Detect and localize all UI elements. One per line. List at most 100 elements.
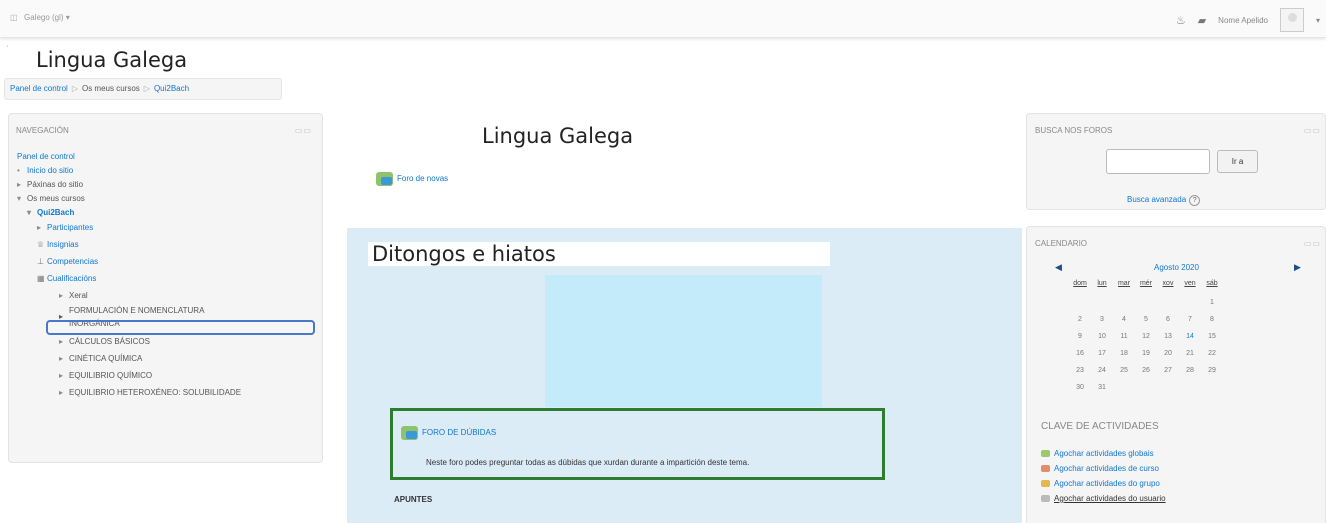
help-icon[interactable]: ? <box>1189 195 1201 206</box>
advanced-search-link[interactable]: Busca avanzada? <box>1127 195 1201 206</box>
news-forum-label: Foro de novas <box>397 174 449 184</box>
nav-item-site-pages[interactable]: ▸ Páxinas do sitio <box>17 180 83 189</box>
cursor-mark: ˈ <box>6 44 9 54</box>
calendar-day[interactable]: 25 <box>1115 367 1133 374</box>
calendar-day[interactable]: 7 <box>1181 316 1199 323</box>
breadcrumb-separator: ▷ <box>143 84 150 93</box>
calendar-day[interactable]: 20 <box>1159 350 1177 357</box>
calendar-day[interactable]: 8 <box>1203 316 1221 323</box>
chevron-right-icon: ▸ <box>59 354 64 363</box>
calendar-day[interactable]: 22 <box>1203 350 1221 357</box>
language-menu[interactable]: ◫ Galego (gl) ▾ <box>10 13 70 22</box>
search-input[interactable] <box>1106 149 1210 174</box>
nav-item-kinetics[interactable]: ▸ CINÉTICA QUÍMICA <box>59 354 142 363</box>
calendar-day[interactable]: 27 <box>1159 367 1177 374</box>
calendar-day[interactable]: 28 <box>1181 367 1199 374</box>
nav-item-badges[interactable]: ♕ Insignias <box>37 240 79 249</box>
doubts-forum-link[interactable]: FORO DE DÚBIDAS <box>401 426 496 440</box>
calendar-day[interactable]: 26 <box>1137 367 1155 374</box>
calendar-day[interactable]: 9 <box>1071 333 1089 340</box>
breadcrumb-my-courses[interactable]: Os meus cursos <box>82 84 140 93</box>
nav-item-label: EQUILIBRIO QUÍMICO <box>69 371 153 380</box>
competency-icon: ⊥ <box>37 257 44 266</box>
nav-item-formulation[interactable]: FORMULACIÓN E NOMENCLATURA <box>69 306 204 315</box>
block-controls-icon[interactable]: ▭▭ <box>295 126 312 135</box>
calendar-day[interactable]: 15 <box>1203 333 1221 340</box>
chevron-down-icon[interactable]: ▾ <box>1316 16 1320 25</box>
nav-item-site-home[interactable]: • Inicio do sitio <box>17 166 73 175</box>
weekday-label: mér <box>1139 280 1153 287</box>
activity-key-label: Agochar actividades de curso <box>1054 464 1159 473</box>
news-forum-link[interactable]: Foro de novas <box>376 172 448 186</box>
weekday-label: mar <box>1117 280 1131 287</box>
calendar-day[interactable]: 17 <box>1093 350 1111 357</box>
nav-item-grades[interactable]: ▦ Cualificacións <box>37 274 96 283</box>
chevron-right-icon: ▸ <box>37 223 42 232</box>
calendar-day[interactable]: 12 <box>1137 333 1155 340</box>
avatar[interactable] <box>1279 8 1304 32</box>
calendar-day[interactable]: 2 <box>1071 316 1089 323</box>
language-icon: ◫ <box>10 13 18 22</box>
user-name[interactable]: Nome Apelido <box>1218 16 1268 25</box>
calendar-day[interactable]: 31 <box>1093 384 1111 391</box>
nav-item-course[interactable]: ▾ Qui2Bach <box>27 208 74 217</box>
calendar-day[interactable]: 29 <box>1203 367 1221 374</box>
nav-item-dashboard[interactable]: Panel de control <box>17 152 75 161</box>
nav-item-my-courses[interactable]: ▾ Os meus cursos <box>17 194 85 203</box>
calendar-day[interactable]: 19 <box>1137 350 1155 357</box>
nav-item-label: Panel de control <box>17 152 75 161</box>
nav-item-basic-calculations[interactable]: ▸ CÁLCULOS BÁSICOS <box>59 337 150 346</box>
notifications-icon[interactable]: ♨ <box>1176 14 1186 27</box>
header-rule: ▔▔ ▔▔▔ ▔▔▔ ▔▔ ▔▔▔▔ ▔▔▔▔ ▔▔ ▔▔▔ ▔▔▔ ▔▔▔▔▔… <box>0 37 383 43</box>
calendar-day[interactable]: 4 <box>1115 316 1133 323</box>
activity-key-item[interactable]: Agochar actividades do usuario <box>1041 494 1166 503</box>
grades-icon: ▦ <box>37 274 45 283</box>
breadcrumb-dashboard[interactable]: Panel de control <box>10 84 68 93</box>
calendar-day[interactable]: 11 <box>1115 333 1133 340</box>
nav-item-label: Xeral <box>69 291 88 300</box>
nav-item-label: Páxinas do sitio <box>27 180 84 189</box>
calendar-day[interactable]: 23 <box>1071 367 1089 374</box>
calendar-day[interactable]: 1 <box>1203 299 1221 306</box>
calendar-day[interactable]: 18 <box>1115 350 1133 357</box>
calendar-day[interactable]: 14 <box>1181 333 1199 340</box>
breadcrumb-course[interactable]: Qui2Bach <box>154 84 189 93</box>
nav-item-participants[interactable]: ▸ Participantes <box>37 223 93 232</box>
prev-month-icon[interactable]: ◀ <box>1055 262 1062 273</box>
calendar-day[interactable]: 13 <box>1159 333 1177 340</box>
chevron-right-icon: ▸ <box>17 180 22 189</box>
activity-key-item[interactable]: Agochar actividades de curso <box>1041 464 1159 473</box>
nav-item-label: Os meus cursos <box>27 194 85 203</box>
calendar-day[interactable]: 3 <box>1093 316 1111 323</box>
nav-item-solubility[interactable]: ▸ EQUILIBRIO HETEROXÉNEO: SOLUBILIDADE <box>59 388 241 397</box>
nav-item-label: Cualificacións <box>47 274 97 283</box>
block-controls-icon[interactable]: ▭▭ <box>1304 239 1321 248</box>
search-button[interactable]: Ir a <box>1217 150 1258 173</box>
calendar-day[interactable]: 21 <box>1181 350 1199 357</box>
activity-key-label: Agochar actividades globais <box>1054 449 1154 458</box>
bullet-icon: • <box>17 166 20 175</box>
block-controls-icon[interactable]: ▭▭ <box>1304 126 1321 135</box>
nav-item-label: CINÉTICA QUÍMICA <box>69 354 143 363</box>
weekday-label: sáb <box>1206 280 1218 287</box>
calendar-day[interactable]: 6 <box>1159 316 1177 323</box>
nav-item-competencies[interactable]: ⊥ Competencias <box>37 257 98 266</box>
nav-item-general[interactable]: ▸ Xeral <box>59 291 88 300</box>
activity-key-item[interactable]: Agochar actividades do grupo <box>1041 479 1160 488</box>
chevron-right-icon: ▸ <box>59 291 64 300</box>
calendar-day[interactable]: 10 <box>1093 333 1111 340</box>
calendar-day[interactable]: 16 <box>1071 350 1089 357</box>
calendar-day[interactable]: 30 <box>1071 384 1089 391</box>
apuntes-heading: APUNTES <box>394 495 433 504</box>
calendar-month[interactable]: Agosto 2020 <box>1154 263 1199 272</box>
forum-icon <box>401 426 418 440</box>
course-title: Lingua Galega <box>482 124 634 148</box>
nav-item-label: FORMULACIÓN E NOMENCLATURA <box>69 306 205 315</box>
messages-icon[interactable]: ▰ <box>1198 14 1206 27</box>
calendar-day[interactable]: 5 <box>1137 316 1155 323</box>
chevron-down-icon: ▾ <box>27 208 32 217</box>
activity-key-item[interactable]: Agochar actividades globais <box>1041 449 1154 458</box>
nav-item-equilibrium[interactable]: ▸ EQUILIBRIO QUÍMICO <box>59 371 152 380</box>
next-month-icon[interactable]: ▶ <box>1294 262 1301 273</box>
calendar-day[interactable]: 24 <box>1093 367 1111 374</box>
